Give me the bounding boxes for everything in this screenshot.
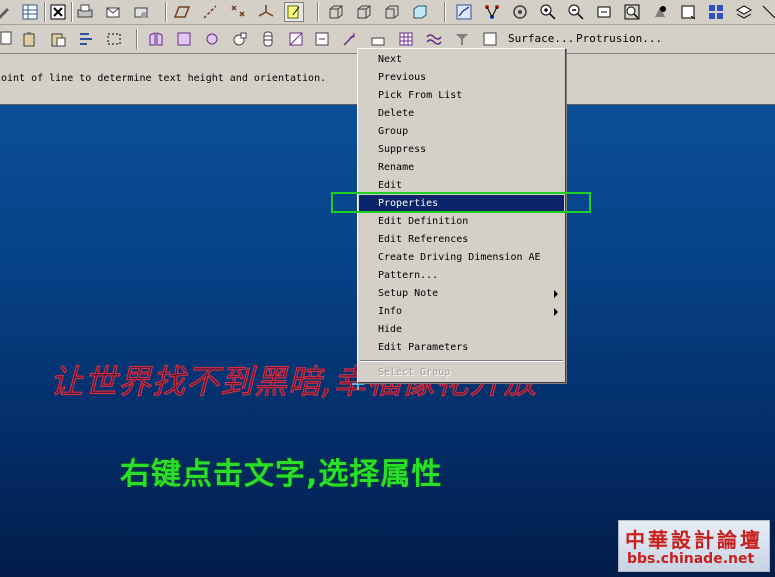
pencil-icon[interactable]	[0, 2, 14, 22]
note-leader-icon[interactable]	[368, 29, 388, 49]
close-window-icon[interactable]	[48, 2, 68, 22]
note-icon[interactable]	[340, 29, 360, 49]
printer-icon[interactable]	[75, 2, 95, 22]
menu-item-select-group: Select Group	[378, 367, 451, 378]
rib-icon[interactable]	[286, 29, 306, 49]
orient-icon[interactable]	[510, 2, 530, 22]
mirror-icon[interactable]	[146, 29, 166, 49]
menu-item-create-driving-dimension[interactable]: Create Driving Dimension AE	[359, 249, 564, 267]
protrusion-button[interactable]: Protrusion...	[576, 32, 662, 45]
toolbar-top	[0, 0, 775, 25]
repaint-icon[interactable]	[678, 2, 698, 22]
menu-item-pick-from-list[interactable]: Pick From List	[359, 87, 564, 105]
menu-item-group[interactable]: Group	[359, 123, 564, 141]
menu-item-edit-references[interactable]: Edit References	[359, 231, 564, 249]
surface-button[interactable]: Surface...	[508, 32, 574, 45]
zoom-box-icon[interactable]	[622, 2, 642, 22]
paste-icon[interactable]	[20, 29, 40, 49]
watermark-url: bbs.chinade.net	[627, 551, 755, 567]
coord-sys-icon[interactable]	[256, 2, 276, 22]
hole-icon[interactable]	[230, 29, 250, 49]
sketch-icon[interactable]	[284, 2, 304, 22]
shaded-icon[interactable]	[410, 2, 430, 22]
spin-icon[interactable]	[650, 2, 670, 22]
message-text: oint of line to determine text height an…	[1, 73, 327, 84]
view-box-icon[interactable]	[326, 2, 346, 22]
zoom-in-icon[interactable]	[538, 2, 558, 22]
wave-icon[interactable]	[424, 29, 444, 49]
menu-item-pattern[interactable]: Pattern...	[359, 267, 564, 285]
menu-item-edit-definition[interactable]: Edit Definition	[359, 213, 564, 231]
analysis-icon[interactable]	[454, 2, 474, 22]
table-icon[interactable]	[396, 29, 416, 49]
menu-item-info[interactable]: Info	[359, 303, 564, 321]
menu-item-edit-parameters[interactable]: Edit Parameters	[359, 339, 564, 357]
datum-point-icon[interactable]	[228, 2, 248, 22]
spreadsheet-icon[interactable]	[20, 2, 40, 22]
menu-item-suppress[interactable]: Suppress	[359, 141, 564, 159]
mail-icon[interactable]	[103, 2, 123, 22]
select-box-icon[interactable]	[104, 29, 124, 49]
menu-item-rename[interactable]: Rename	[359, 159, 564, 177]
menu-separator	[360, 360, 563, 362]
instruction-text-green: 右键点击文字,选择属性	[120, 457, 443, 492]
menu-item-setup-note[interactable]: Setup Note	[359, 285, 564, 303]
watermark-logo: 中華設計論壇 bbs.chinade.net	[618, 520, 770, 572]
menu-item-hide[interactable]: Hide	[359, 321, 564, 339]
funnel-icon[interactable]	[452, 29, 472, 49]
menu-item-previous[interactable]: Previous	[359, 69, 564, 87]
submenu-arrow-icon	[554, 308, 558, 316]
view-front-icon[interactable]	[354, 2, 374, 22]
datum-axis-icon[interactable]	[200, 2, 220, 22]
zoom-out-icon[interactable]	[566, 2, 586, 22]
layer-icon[interactable]	[706, 2, 726, 22]
chamfer-icon[interactable]	[202, 29, 222, 49]
watermark-title: 中華設計論壇	[625, 528, 763, 552]
checkbox-icon[interactable]	[480, 29, 500, 49]
submenu-arrow-icon	[554, 290, 558, 298]
datum-plane-icon[interactable]	[172, 2, 192, 22]
network-icon[interactable]	[482, 2, 502, 22]
menu-item-delete[interactable]: Delete	[359, 105, 564, 123]
shell-icon[interactable]	[258, 29, 278, 49]
context-menu: Next Previous Pick From List Delete Grou…	[357, 48, 566, 383]
paste-special-icon[interactable]	[48, 29, 68, 49]
refit-icon[interactable]	[594, 2, 614, 22]
regen-icon[interactable]	[76, 29, 96, 49]
help-icon[interactable]	[760, 2, 775, 22]
menu-item-next[interactable]: Next	[359, 51, 564, 69]
highlight-annotation-box	[331, 192, 591, 213]
round-icon[interactable]	[174, 29, 194, 49]
draft-icon[interactable]	[312, 29, 332, 49]
layer-stack-icon[interactable]	[734, 2, 754, 22]
copy-icon[interactable]	[0, 29, 14, 49]
mail-open-icon[interactable]	[131, 2, 151, 22]
view-side-icon[interactable]	[382, 2, 402, 22]
